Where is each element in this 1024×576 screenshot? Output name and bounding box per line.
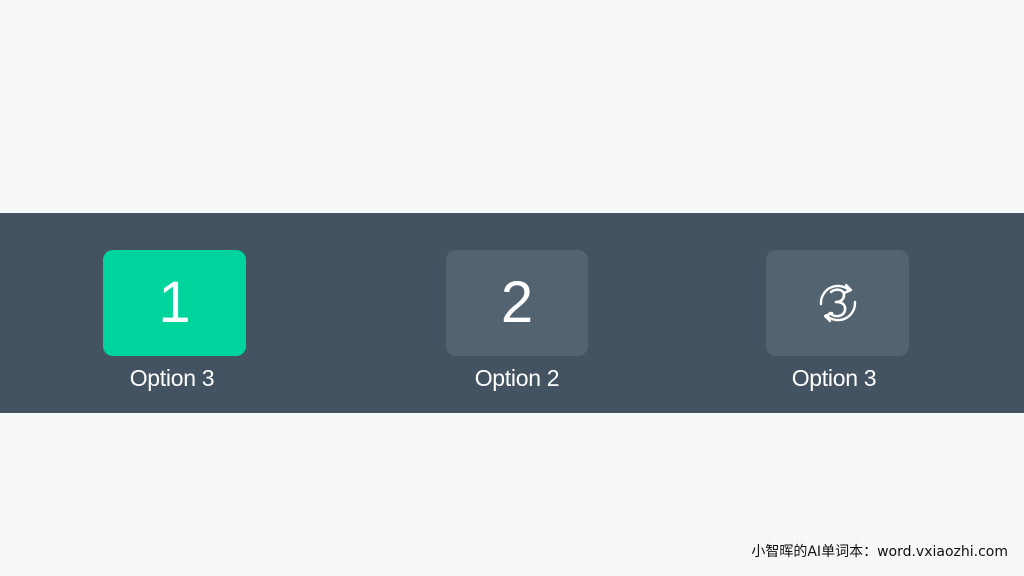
option-2-button[interactable]: 2 Option 2 [442, 250, 592, 400]
watermark-text: 小智晖的AI单词本：word.vxiaozhi.com [751, 544, 1008, 560]
option-2-number: 2 [500, 270, 534, 335]
option-3-button[interactable]: Option 3 [759, 250, 909, 400]
cycle-3-icon [810, 275, 866, 331]
option-1-number: 1 [158, 270, 191, 335]
option-3-label: Option 3 [791, 365, 877, 391]
option-2-label: Option 2 [474, 365, 560, 391]
option-1-label: Option 3 [129, 365, 215, 391]
option-1-button[interactable]: 1 Option 3 [97, 250, 247, 400]
option-1-tile[interactable]: 1 [103, 250, 246, 356]
option-bar: 1 Option 3 2 Option 2 Option 3 [0, 213, 1024, 413]
option-2-tile[interactable]: 2 [446, 250, 588, 356]
option-3-tile[interactable] [766, 250, 909, 356]
page: 1 Option 3 2 Option 2 Option 3 小智晖的AI单词本… [0, 0, 1024, 576]
